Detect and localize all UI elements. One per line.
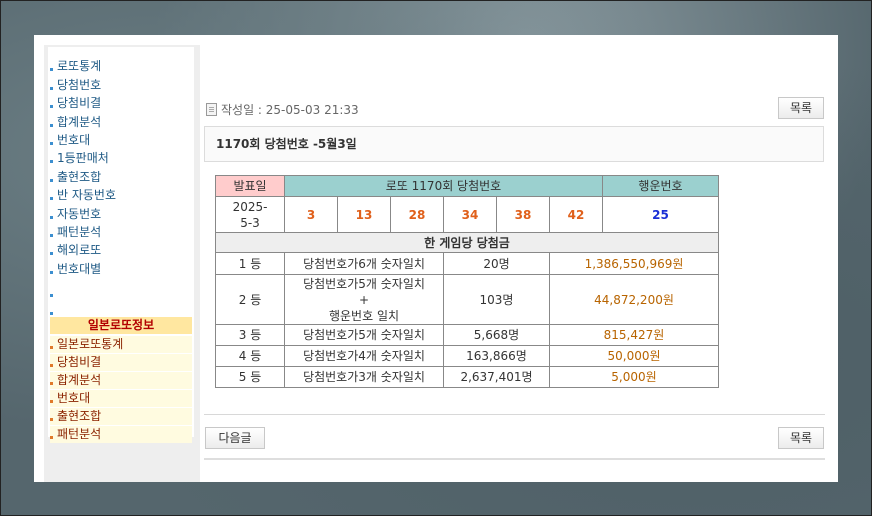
table-row: 4 등 당첨번호가4개 숫자일치 163,866명 50,000원 bbox=[215, 345, 719, 367]
prize-winners: 103명 bbox=[443, 274, 550, 325]
header-date: 발표일 bbox=[215, 175, 285, 197]
bullet-icon bbox=[50, 216, 53, 219]
winning-number: 38 bbox=[496, 196, 550, 233]
prize-amount: 44,872,200원 bbox=[549, 274, 719, 325]
bullet-icon bbox=[50, 346, 53, 349]
bullet-icon bbox=[50, 382, 53, 385]
list-button-bottom[interactable]: 목록 bbox=[778, 427, 824, 449]
sidebar-item-sum-analysis[interactable]: 합계분석 bbox=[50, 113, 192, 131]
prize-winners: 5,668명 bbox=[443, 324, 550, 346]
bullet-icon bbox=[50, 234, 53, 237]
sidebar-item-lotto-stats[interactable]: 로또통계 bbox=[50, 57, 192, 75]
prize-winners: 20명 bbox=[443, 252, 550, 275]
bullet-icon bbox=[50, 271, 53, 274]
prize-amount: 815,427원 bbox=[549, 324, 719, 346]
table-row: 2 등 당첨번호가5개 숫자일치 + 행운번호 일치 103명 44,872,2… bbox=[215, 274, 719, 325]
sidebar-item-japan-range[interactable]: 번호대 bbox=[50, 390, 192, 407]
prize-winners: 163,866명 bbox=[443, 345, 550, 367]
bullet-icon bbox=[50, 197, 53, 200]
post-title: 1170회 당첨번호 -5월3일 bbox=[204, 126, 824, 162]
sidebar-item-japan-pattern[interactable]: 패턴분석 bbox=[50, 426, 192, 443]
prize-winners: 2,637,401명 bbox=[443, 366, 550, 388]
bullet-icon bbox=[50, 87, 53, 90]
divider bbox=[204, 458, 825, 460]
prize-condition: 당첨번호가3개 숫자일치 bbox=[284, 366, 444, 388]
bullet-icon bbox=[50, 179, 53, 182]
sidebar-item-winning-numbers[interactable]: 당첨번호 bbox=[50, 76, 192, 94]
bullet-icon bbox=[50, 160, 53, 163]
bullet-icon bbox=[50, 312, 53, 315]
sidebar-item-winning-secret[interactable]: 당첨비결 bbox=[50, 94, 192, 112]
prize-condition: 당첨번호가6개 숫자일치 bbox=[284, 252, 444, 275]
list-button-top[interactable]: 목록 bbox=[778, 97, 824, 119]
sidebar-item-by-range[interactable]: 번호대별 bbox=[50, 260, 192, 278]
sidebar-empty-item bbox=[50, 283, 192, 301]
bullet-icon bbox=[50, 436, 53, 439]
prize-rank: 4 등 bbox=[215, 345, 285, 367]
bullet-icon bbox=[50, 400, 53, 403]
bullet-icon bbox=[50, 142, 53, 145]
table-row: 5 등 당첨번호가3개 숫자일치 2,637,401명 5,000원 bbox=[215, 366, 719, 388]
prize-amount: 5,000원 bbox=[549, 366, 719, 388]
sidebar: 로또통계 당첨번호 당첨비결 합계분석 번호대 1등판매처 출현조합 반 자동번… bbox=[44, 45, 200, 482]
sidebar-item-semi-auto[interactable]: 반 자동번호 bbox=[50, 186, 192, 204]
bullet-icon bbox=[50, 124, 53, 127]
sidebar-item-number-range[interactable]: 번호대 bbox=[50, 131, 192, 149]
lotto-result-table: 발표일 로또 1170회 당첨번호 행운번호 2025- 5-3 3 13 28 … bbox=[215, 175, 719, 388]
sidebar-item-japan-stats[interactable]: 일본로또통계 bbox=[50, 336, 192, 353]
bullet-icon bbox=[50, 252, 53, 255]
sidebar-item-auto[interactable]: 자동번호 bbox=[50, 205, 192, 223]
next-post-button[interactable]: 다음글 bbox=[205, 427, 265, 449]
prize-condition: 당첨번호가5개 숫자일치 bbox=[284, 324, 444, 346]
header-bonus: 행운번호 bbox=[602, 175, 719, 197]
winning-number: 3 bbox=[284, 196, 338, 233]
bullet-icon bbox=[50, 418, 53, 421]
winning-number: 42 bbox=[549, 196, 603, 233]
prize-amount: 1,386,550,969원 bbox=[549, 252, 719, 275]
document-icon bbox=[206, 103, 217, 116]
prize-condition: 당첨번호가4개 숫자일치 bbox=[284, 345, 444, 367]
winning-number: 28 bbox=[390, 196, 444, 233]
sidebar-item-overseas-lotto[interactable]: 해외로또 bbox=[50, 241, 192, 259]
bonus-number: 25 bbox=[602, 196, 719, 233]
sidebar-menu: 로또통계 당첨번호 당첨비결 합계분석 번호대 1등판매처 출현조합 반 자동번… bbox=[48, 47, 194, 443]
bullet-icon bbox=[50, 364, 53, 367]
table-row: 3 등 당첨번호가5개 숫자일치 5,668명 815,427원 bbox=[215, 324, 719, 346]
sidebar-item-first-prize-shops[interactable]: 1등판매처 bbox=[50, 149, 192, 167]
bullet-icon bbox=[50, 105, 53, 108]
divider bbox=[204, 414, 825, 415]
sidebar-item-combinations[interactable]: 출현조합 bbox=[50, 168, 192, 186]
bullet-icon bbox=[50, 68, 53, 71]
prize-rank: 1 등 bbox=[215, 252, 285, 275]
prize-rank: 3 등 bbox=[215, 324, 285, 346]
sidebar-item-japan-sum[interactable]: 합계분석 bbox=[50, 372, 192, 389]
content-panel: 로또통계 당첨번호 당첨비결 합계분석 번호대 1등판매처 출현조합 반 자동번… bbox=[34, 35, 838, 482]
sidebar-item-pattern-analysis[interactable]: 패턴분석 bbox=[50, 223, 192, 241]
prize-title: 한 게임당 당첨금 bbox=[215, 232, 719, 253]
japan-lotto-header: 일본로또정보 bbox=[50, 317, 192, 334]
sidebar-item-japan-secret[interactable]: 당첨비결 bbox=[50, 354, 192, 371]
bullet-icon bbox=[50, 294, 53, 297]
draw-date: 2025- 5-3 bbox=[215, 196, 285, 233]
prize-rank: 2 등 bbox=[215, 274, 285, 325]
sidebar-item-japan-combinations[interactable]: 출현조합 bbox=[50, 408, 192, 425]
prize-condition: 당첨번호가5개 숫자일치 + 행운번호 일치 bbox=[284, 274, 444, 325]
winning-number: 13 bbox=[337, 196, 391, 233]
post-date: 작성일 : 25-05-03 21:33 bbox=[221, 103, 359, 117]
prize-amount: 50,000원 bbox=[549, 345, 719, 367]
prize-rank: 5 등 bbox=[215, 366, 285, 388]
post-meta: 작성일 : 25-05-03 21:33 bbox=[206, 101, 359, 118]
header-numbers: 로또 1170회 당첨번호 bbox=[284, 175, 603, 197]
winning-number: 34 bbox=[443, 196, 497, 233]
table-row: 1 등 당첨번호가6개 숫자일치 20명 1,386,550,969원 bbox=[215, 252, 719, 275]
